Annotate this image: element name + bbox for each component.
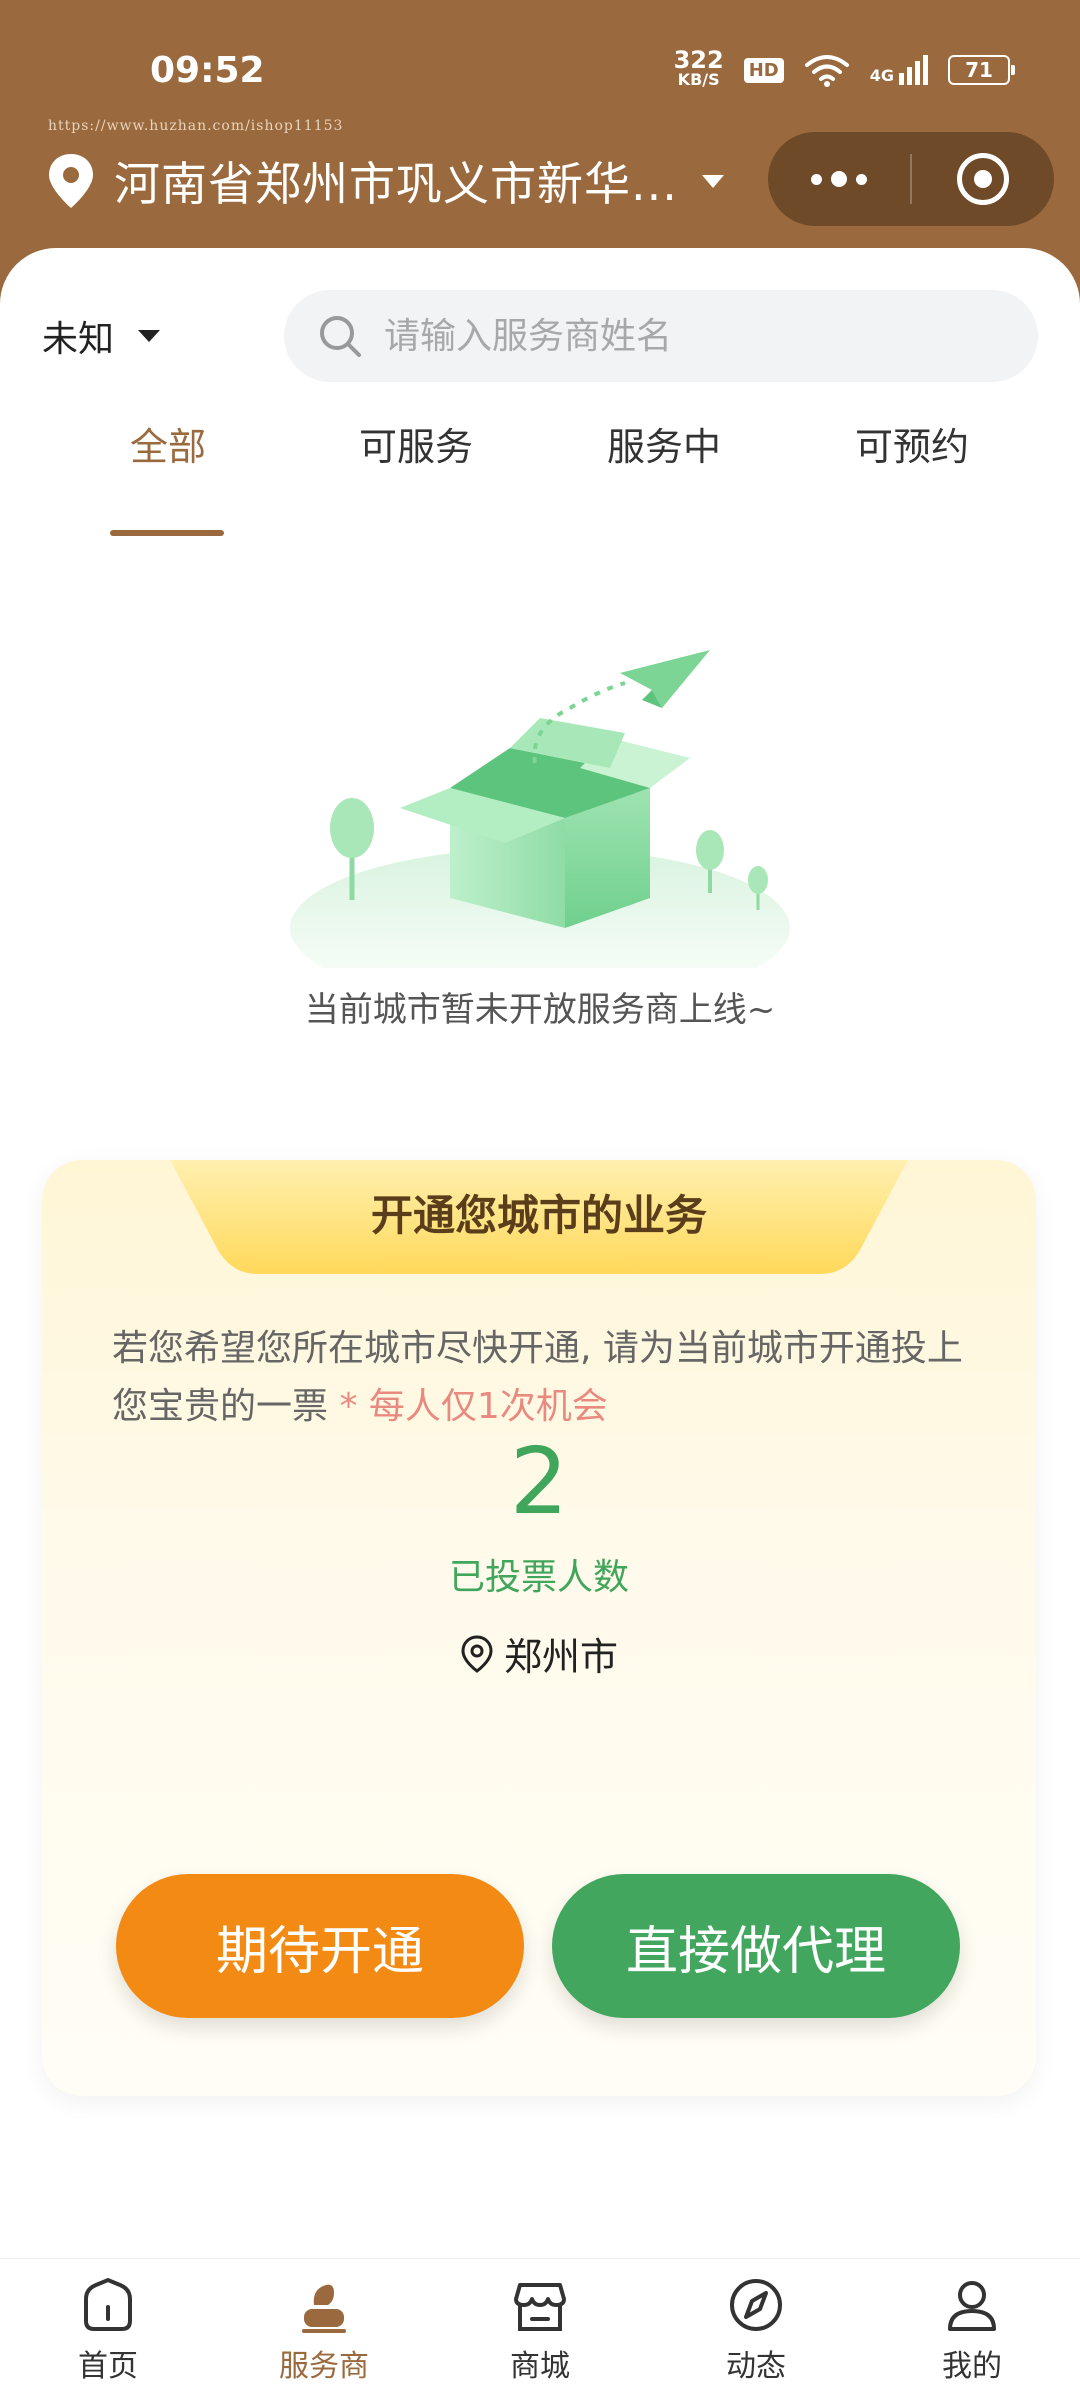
status-icons: 322 KB/S HD 4G 71 xyxy=(673,46,1015,90)
battery-icon: 71 xyxy=(948,55,1015,85)
tab-in-service[interactable]: 服务中 xyxy=(564,416,764,471)
city-indicator: 郑州市 xyxy=(42,1626,1036,1681)
target-close-icon[interactable] xyxy=(912,132,1054,226)
cell-signal-icon: 4G xyxy=(870,55,928,85)
net-speed: 322 KB/S xyxy=(673,46,724,90)
location-selector[interactable]: 河南省郑州市巩义市新华... xyxy=(46,148,724,214)
more-dots-icon[interactable] xyxy=(768,132,910,226)
mini-program-capsule xyxy=(768,132,1054,226)
map-pin-icon xyxy=(49,154,93,208)
search-input[interactable] xyxy=(384,315,984,357)
hd-icon: HD xyxy=(743,57,784,83)
caret-down-icon xyxy=(138,330,161,342)
nav-home[interactable]: 首页 xyxy=(0,2259,216,2400)
expect-open-button[interactable]: 期待开通 xyxy=(116,1874,524,2018)
open-city-card: 开通您城市的业务 若您希望您所在城市尽快开通, 请为当前城市开通投上您宝贵的一票… xyxy=(42,1160,1036,2096)
become-agent-button[interactable]: 直接做代理 xyxy=(552,1874,960,2018)
nav-provider[interactable]: 服务商 xyxy=(216,2259,432,2400)
status-filter[interactable]: 未知 xyxy=(42,310,161,362)
empty-box-illustration xyxy=(290,650,790,968)
main-sheet: 未知 全部 可服务 服务中 可预约 xyxy=(0,248,1080,2400)
home-icon xyxy=(84,2277,132,2331)
nav-home-label: 首页 xyxy=(78,2349,138,2384)
nav-mine[interactable]: 我的 xyxy=(864,2259,1080,2400)
bottom-nav: 首页 服务商 商城 动态 我的 xyxy=(0,2258,1080,2400)
location-outline-icon xyxy=(461,1634,493,1673)
vote-count: 2 xyxy=(509,1428,569,1535)
card-desc-highlight: * 每人仅1次机会 xyxy=(328,1386,608,1427)
compass-icon xyxy=(730,2279,782,2331)
empty-state-text: 当前城市暂未开放服务商上线~ xyxy=(304,990,776,1030)
tab-bookable[interactable]: 可预约 xyxy=(812,416,1012,471)
location-text: 河南省郑州市巩义市新华... xyxy=(114,157,678,211)
vote-count-label: 已投票人数 xyxy=(448,1557,629,1598)
active-tab-indicator xyxy=(110,530,224,536)
shop-icon xyxy=(514,2283,566,2331)
net-speed-unit: KB/S xyxy=(677,70,720,89)
city-name: 郑州市 xyxy=(503,1635,618,1679)
status-filter-label: 未知 xyxy=(42,319,115,360)
search-icon xyxy=(320,316,361,357)
tab-available[interactable]: 可服务 xyxy=(316,416,516,471)
provider-icon xyxy=(302,2284,346,2333)
nav-provider-label: 服务商 xyxy=(279,2349,369,2384)
signal-label: 4G xyxy=(869,66,894,85)
net-speed-value: 322 xyxy=(673,46,724,74)
tab-bar: 全部 可服务 服务中 可预约 xyxy=(0,416,1080,526)
user-icon xyxy=(948,2281,996,2331)
card-description: 若您希望您所在城市尽快开通, 请为当前城市开通投上您宝贵的一票 * 每人仅1次机… xyxy=(112,1320,992,1436)
header: 09:52 322 KB/S HD 4G 71 https://www.huzh… xyxy=(0,0,1080,260)
nav-mine-label: 我的 xyxy=(942,2349,1002,2384)
status-time: 09:52 xyxy=(150,50,265,91)
nav-shop[interactable]: 商城 xyxy=(432,2259,648,2400)
nav-feed[interactable]: 动态 xyxy=(648,2259,864,2400)
chevron-down-icon xyxy=(701,174,724,188)
card-title: 开通您城市的业务 xyxy=(370,1191,707,1240)
nav-feed-label: 动态 xyxy=(726,2349,786,2384)
nav-shop-label: 商城 xyxy=(510,2349,570,2384)
wifi-icon xyxy=(804,55,849,87)
tab-all[interactable]: 全部 xyxy=(68,416,268,471)
search-bar[interactable] xyxy=(284,290,1038,382)
watermark: https://www.huzhan.com/ishop11153 xyxy=(48,118,344,134)
